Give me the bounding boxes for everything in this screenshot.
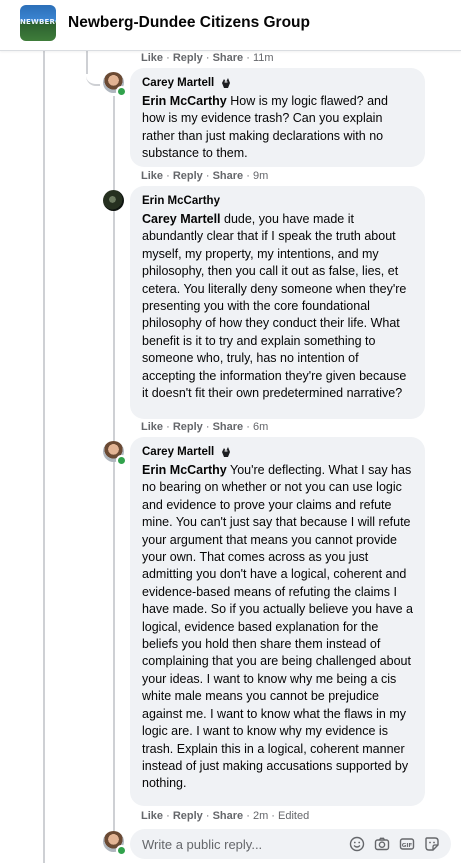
comment-time[interactable]: 9m [253, 170, 268, 182]
group-title[interactable]: Newberg-Dundee Citizens Group [68, 14, 310, 32]
separator: · [246, 810, 250, 822]
edited-label[interactable]: Edited [278, 810, 309, 822]
mention-link[interactable]: Erin McCarthy [142, 94, 227, 108]
comment-time[interactable]: 2m [253, 810, 268, 822]
share-link[interactable]: Share [213, 52, 244, 64]
like-link[interactable]: Like [141, 52, 163, 64]
reply-placeholder: Write a public reply... [142, 837, 263, 852]
separator: · [166, 170, 170, 182]
reply-link[interactable]: Reply [173, 421, 203, 433]
comment-author[interactable]: Erin McCarthy [142, 195, 220, 207]
comment-actions: Like · Reply · Share · 2m · Edited [141, 810, 309, 822]
comment-text: Carey Martell dude, you have made it abu… [142, 211, 413, 402]
group-logo-text: NEWBERG [20, 18, 56, 26]
avatar[interactable] [103, 190, 124, 211]
reply-link[interactable]: Reply [173, 170, 203, 182]
comment-time[interactable]: 11m [253, 52, 274, 64]
comment-actions: Like · Reply · Share · 9m [141, 170, 268, 182]
online-status-icon [116, 86, 127, 97]
separator: · [205, 421, 210, 433]
separator: · [166, 421, 170, 433]
reply-input[interactable]: Write a public reply... GIF [130, 829, 451, 859]
like-link[interactable]: Like [141, 421, 163, 433]
comment-author[interactable]: Carey Martell [142, 446, 214, 458]
comment-body: dude, you have made it abundantly clear … [142, 212, 407, 401]
separator: · [246, 421, 250, 433]
top-fan-badge-icon[interactable] [220, 77, 232, 89]
online-status-icon [116, 455, 127, 466]
comment-author[interactable]: Carey Martell [142, 77, 214, 89]
group-header: NEWBERG Newberg-Dundee Citizens Group [0, 0, 461, 51]
thread-connector [86, 74, 100, 86]
comment-bubble: Carey Martell Erin McCarthy You're defle… [130, 437, 425, 806]
thread-line [43, 50, 45, 863]
comment-bubble: Erin McCarthy Carey Martell dude, you ha… [130, 186, 425, 419]
top-fan-badge-icon[interactable] [220, 446, 232, 458]
separator: · [205, 170, 210, 182]
reply-link[interactable]: Reply [173, 52, 203, 64]
emoji-icon[interactable] [349, 836, 365, 852]
share-link[interactable]: Share [213, 810, 244, 822]
comment-text: Erin McCarthy You're deflecting. What I … [142, 462, 413, 793]
separator: · [166, 810, 170, 822]
separator: · [271, 810, 275, 822]
group-logo[interactable]: NEWBERG [20, 5, 56, 41]
like-link[interactable]: Like [141, 170, 163, 182]
separator: · [246, 170, 250, 182]
comment-body: You're deflecting. What I say has no bea… [142, 463, 414, 791]
comment-text: Erin McCarthy How is my logic flawed? an… [142, 93, 413, 163]
share-link[interactable]: Share [213, 421, 244, 433]
comment-actions: Like · Reply · Share · 6m [141, 421, 268, 433]
like-link[interactable]: Like [141, 810, 163, 822]
camera-icon[interactable] [374, 836, 390, 852]
reply-link[interactable]: Reply [173, 810, 203, 822]
comment-time[interactable]: 6m [253, 421, 268, 433]
gif-icon[interactable]: GIF [399, 836, 415, 852]
mention-link[interactable]: Carey Martell [142, 212, 221, 226]
mention-link[interactable]: Erin McCarthy [142, 463, 227, 477]
separator: · [205, 52, 210, 64]
comment-actions: Like · Reply · Share · 11m [141, 52, 274, 64]
online-status-icon [116, 845, 127, 856]
separator: · [246, 52, 250, 64]
thread-line [86, 50, 88, 74]
separator: · [166, 52, 170, 64]
comment-bubble: Carey Martell Erin McCarthy How is my lo… [130, 68, 425, 167]
svg-text:GIF: GIF [402, 843, 413, 849]
separator: · [205, 810, 210, 822]
share-link[interactable]: Share [213, 170, 244, 182]
sticker-icon[interactable] [424, 836, 440, 852]
